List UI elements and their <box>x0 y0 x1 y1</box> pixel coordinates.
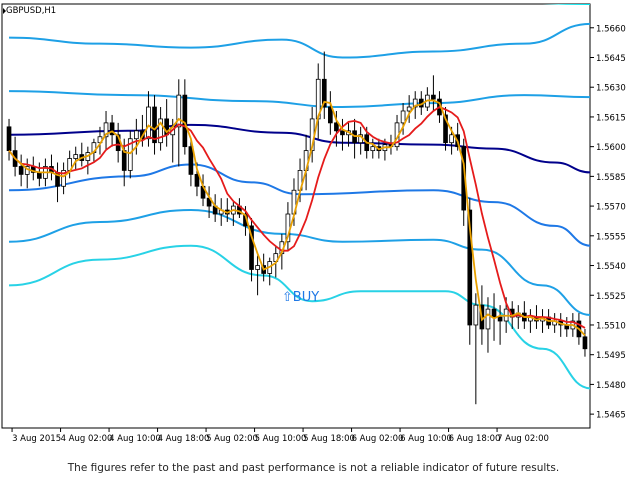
candle-body <box>134 130 139 140</box>
candle-body <box>255 265 260 270</box>
candle-body <box>121 150 127 171</box>
y-tick-label: 1.5660 <box>596 24 626 34</box>
candle-body <box>146 106 151 140</box>
candle-body <box>340 130 345 136</box>
candle-body <box>431 94 436 100</box>
candle-body <box>449 134 454 144</box>
buy-signal-label: ⇧BUY <box>282 290 319 305</box>
candle-body <box>491 308 497 318</box>
candle-body <box>188 146 194 175</box>
y-tick-label: 1.5480 <box>596 381 626 391</box>
price-chart: 1.5660 1.5645 1.5630 1.5615 1.5600 1.5585 1.55… <box>1 3 626 444</box>
x-tick-label: 6 Aug 02:00 <box>352 434 404 444</box>
candle-body <box>194 173 200 187</box>
x-tick-label: 4 Aug 18:00 <box>158 434 210 444</box>
x-tick-label: 6 Aug 10:00 <box>400 434 452 444</box>
y-tick-label: 1.5495 <box>596 351 626 361</box>
y-tick-label: 1.5600 <box>596 143 626 153</box>
candle-body <box>334 122 339 132</box>
y-tick-label: 1.5540 <box>596 262 626 272</box>
candle-body <box>73 154 79 159</box>
y-tick-label: 1.5630 <box>596 84 626 94</box>
y-tick-label: 1.5525 <box>596 292 626 302</box>
y-tick-label: 1.5555 <box>596 232 626 242</box>
y-tick-label: 1.5510 <box>596 321 626 331</box>
candle-body <box>473 304 479 326</box>
x-tick-label: 7 Aug 02:00 <box>497 434 549 444</box>
candle-body <box>370 146 376 152</box>
x-tick-label: 4 Aug 02:00 <box>61 434 113 444</box>
candle-body <box>582 336 588 350</box>
candle-body <box>497 316 503 322</box>
y-tick-label: 1.5465 <box>596 411 626 421</box>
x-tick-label: 5 Aug 18:00 <box>303 434 355 444</box>
y-tick-label: 1.5585 <box>596 173 626 183</box>
y-tick-label: 1.5645 <box>596 54 626 64</box>
y-tick-label: 1.5615 <box>596 113 626 123</box>
candle-body <box>18 166 24 175</box>
x-tick-label: 5 Aug 02:00 <box>206 434 258 444</box>
candle-body <box>182 94 188 148</box>
candle-body <box>485 308 491 330</box>
x-tick-label: 3 Aug 2015 <box>12 434 61 444</box>
x-tick-label: 4 Aug 10:00 <box>109 434 161 444</box>
candle-body <box>6 126 12 152</box>
x-tick-label: 5 Aug 10:00 <box>255 434 307 444</box>
x-tick-label: 6 Aug 18:00 <box>449 434 501 444</box>
candle-body <box>400 110 406 124</box>
plot-frame <box>1 3 591 429</box>
candle-body <box>152 106 157 144</box>
chart-title: GBPUSD,H1 <box>6 6 56 16</box>
band-line <box>542 4 590 5</box>
disclaimer-text: The figures refer to the past and past p… <box>67 462 560 474</box>
y-tick-label: 1.5570 <box>596 203 626 213</box>
